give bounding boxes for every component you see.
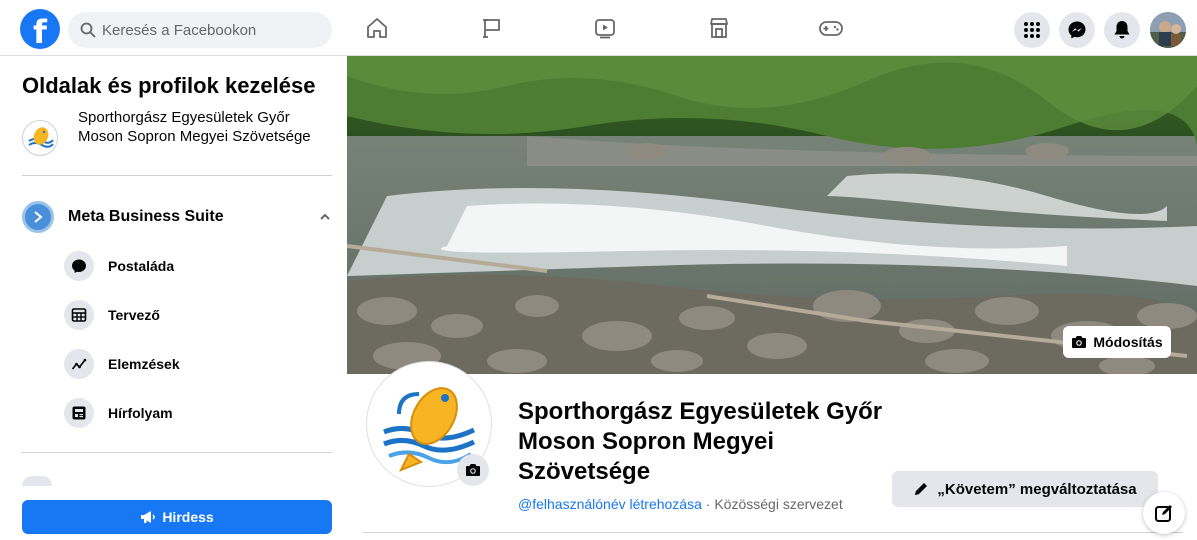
search-box[interactable] xyxy=(68,12,332,48)
meta-business-suite-label: Meta Business Suite xyxy=(68,208,224,225)
change-follow-label: „Követem” megváltoztatása xyxy=(937,480,1137,498)
sidebar-item-postalada[interactable]: Postaláda xyxy=(64,248,324,284)
insights-icon xyxy=(64,349,94,379)
sidebar-item-label: Tervező xyxy=(108,307,160,323)
sidebar-item-hirfolyam[interactable]: Hírfolyam xyxy=(64,395,324,431)
sidebar-item-label: Postaláda xyxy=(108,258,175,274)
promote-button-label: Hirdess xyxy=(162,509,214,525)
profile-picture-camera-icon[interactable] xyxy=(457,454,489,486)
sidebar-item-label: Elemzések xyxy=(108,356,180,372)
avatar[interactable] xyxy=(1150,12,1186,48)
managed-page-item[interactable]: Sporthorgász Egyesületek Győr Moson Sopr… xyxy=(22,108,332,172)
top-navigation-bar: f xyxy=(0,0,1197,56)
gaming-icon[interactable] xyxy=(817,14,845,42)
messenger-icon[interactable] xyxy=(1059,12,1095,48)
camera-icon xyxy=(1072,336,1087,348)
separator: · xyxy=(701,496,715,512)
chat-bubble-icon xyxy=(64,251,94,281)
megaphone-icon xyxy=(141,511,156,523)
calendar-icon xyxy=(64,300,94,330)
flag-icon[interactable] xyxy=(478,14,506,42)
left-sidebar: Oldalak és profilok kezelése Sporthorgás… xyxy=(0,56,347,540)
managed-page-name: Sporthorgász Egyesületek Győr Moson Sopr… xyxy=(78,109,311,145)
divider xyxy=(22,175,332,176)
partial-menu-icon xyxy=(22,476,52,486)
home-icon[interactable] xyxy=(363,14,391,42)
marketplace-icon[interactable] xyxy=(705,14,733,42)
notifications-icon[interactable] xyxy=(1104,12,1140,48)
page-title: Sporthorgász Egyesületek Győr Moson Sopr… xyxy=(518,398,883,485)
meta-business-suite-icon xyxy=(22,201,54,233)
sidebar-item-label: Hírfolyam xyxy=(108,405,173,421)
change-follow-button[interactable]: „Követem” megváltoztatása xyxy=(892,471,1158,507)
pencil-icon xyxy=(915,483,928,495)
edit-cover-label: Módosítás xyxy=(1093,334,1163,350)
facebook-logo[interactable]: f xyxy=(20,9,60,49)
chevron-up-icon[interactable] xyxy=(318,210,332,224)
sidebar-item-elemzesek[interactable]: Elemzések xyxy=(64,346,324,382)
menu-grid-icon[interactable] xyxy=(1014,12,1050,48)
page-subline: @felhasználónév létrehozása · Közösségi … xyxy=(518,496,843,512)
sidebar-item-tervezo[interactable]: Tervező xyxy=(64,297,324,333)
divider xyxy=(363,532,1183,533)
search-icon xyxy=(80,22,96,38)
news-feed-icon xyxy=(64,398,94,428)
create-username-link[interactable]: @felhasználónév létrehozása xyxy=(518,496,702,512)
edit-cover-button[interactable]: Módosítás xyxy=(1063,326,1171,358)
facebook-logo-letter: f xyxy=(33,13,47,49)
compose-message-button[interactable] xyxy=(1143,492,1185,534)
sidebar-title: Oldalak és profilok kezelése xyxy=(22,73,316,98)
divider xyxy=(22,452,332,453)
page-category: Közösségi szervezet xyxy=(714,496,843,512)
promote-button[interactable]: Hirdess xyxy=(22,500,332,534)
video-icon[interactable] xyxy=(591,14,619,42)
search-input[interactable] xyxy=(102,21,322,39)
meta-business-suite-toggle[interactable]: Meta Business Suite xyxy=(22,200,332,234)
page-logo xyxy=(22,120,58,156)
compose-icon xyxy=(1155,505,1172,522)
